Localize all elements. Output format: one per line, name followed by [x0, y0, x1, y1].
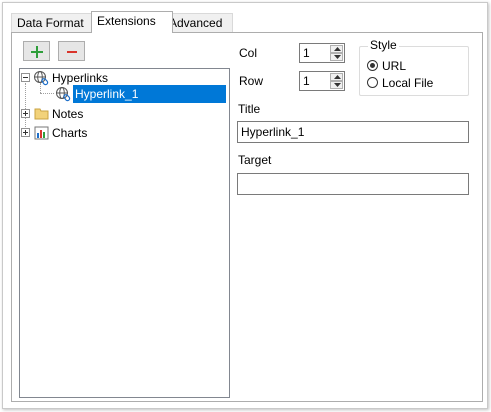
col-value: 1 — [303, 46, 310, 60]
col-increment-button[interactable] — [330, 45, 343, 53]
row-label: Row — [239, 74, 264, 88]
add-button[interactable] — [23, 41, 50, 61]
tab-label: Data Format — [17, 16, 84, 30]
expand-toggle[interactable] — [21, 128, 30, 137]
radio-circle — [367, 60, 378, 71]
col-label: Col — [239, 46, 258, 60]
title-input[interactable]: Hyperlink_1 — [237, 121, 469, 143]
tab-advanced[interactable]: Advanced — [163, 13, 233, 32]
row-spinner[interactable]: 1 — [299, 71, 345, 91]
arrow-down-icon — [334, 55, 341, 59]
col-decrement-button[interactable] — [330, 53, 343, 61]
tree-item-notes[interactable]: Notes — [20, 105, 227, 123]
expand-toggle[interactable] — [21, 109, 30, 118]
target-input[interactable] — [237, 173, 469, 195]
tree-item-charts[interactable]: Charts — [20, 124, 227, 142]
tree-item-label: Charts — [52, 126, 88, 140]
arrow-up-icon — [334, 75, 341, 79]
radio-circle — [367, 77, 378, 88]
plus-icon — [31, 46, 43, 58]
tab-label: Advanced — [169, 16, 223, 30]
radio-label: Local File — [382, 76, 434, 90]
note-icon — [34, 108, 49, 120]
hyperlink-globe-icon — [56, 87, 71, 102]
tab-label: Extensions — [97, 14, 156, 28]
collapse-toggle[interactable] — [21, 73, 30, 82]
remove-button[interactable] — [58, 41, 85, 61]
hyperlink-globe-icon — [34, 71, 49, 86]
title-input-value: Hyperlink_1 — [241, 125, 305, 139]
tree-item-label: Notes — [52, 107, 84, 121]
target-label: Target — [238, 153, 272, 167]
tree-item-label: Hyperlink_1 — [73, 85, 226, 103]
col-spinner[interactable]: 1 — [299, 43, 345, 63]
arrow-down-icon — [334, 83, 341, 87]
tab-extensions[interactable]: Extensions — [91, 11, 173, 33]
tree-item-hyperlink-1[interactable]: Hyperlink_1 — [54, 84, 228, 103]
chart-icon — [34, 126, 49, 140]
arrow-up-icon — [334, 47, 341, 51]
title-label: Title — [238, 102, 261, 116]
extensions-tree[interactable]: Hyperlinks Hyperlink_1 Notes Charts — [19, 68, 230, 398]
style-group-legend: Style — [368, 38, 399, 52]
row-value: 1 — [303, 74, 310, 88]
row-decrement-button[interactable] — [330, 81, 343, 89]
style-group: Style URL Local File — [359, 38, 469, 96]
extensions-panel: Hyperlinks Hyperlink_1 Notes Charts Col … — [11, 32, 483, 402]
radio-label: URL — [382, 59, 407, 73]
row-increment-button[interactable] — [330, 73, 343, 81]
tree-line — [40, 93, 54, 94]
tab-data-format[interactable]: Data Format — [11, 13, 95, 32]
dialog-frame: Data Format Extensions Advanced Hyperlin… — [2, 2, 488, 409]
minus-icon — [67, 51, 77, 53]
